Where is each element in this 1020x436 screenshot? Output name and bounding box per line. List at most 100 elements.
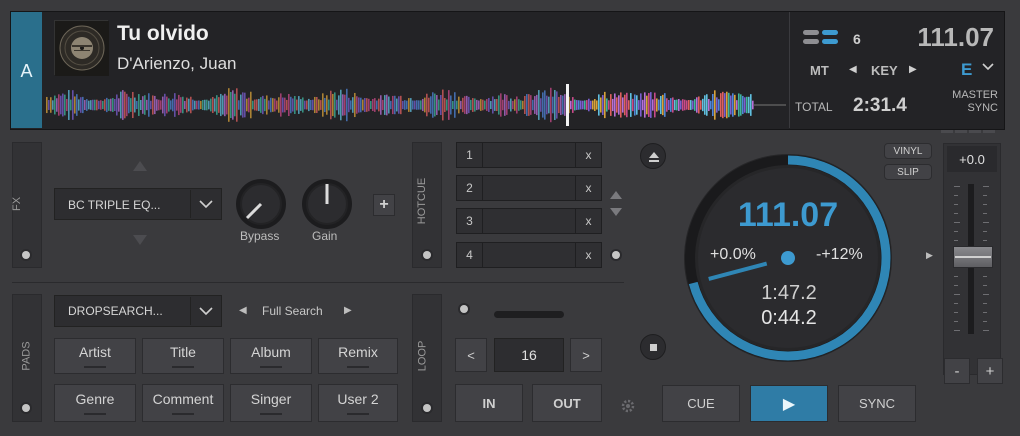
master-sync-label[interactable]: MASTER SYNC (934, 89, 998, 115)
chevron-down-icon[interactable] (199, 306, 213, 316)
pad-button[interactable]: Album (230, 338, 312, 374)
search-mode-prev-icon[interactable]: ◀ (239, 305, 247, 316)
vinyl-button[interactable]: VINYL (884, 143, 932, 159)
play-button[interactable]: ▶ (750, 385, 828, 422)
total-time: 2:31.4 (853, 95, 907, 116)
pitch-plus-button[interactable]: + (977, 358, 1003, 384)
pads-led[interactable] (22, 404, 30, 412)
pitch-percent: +0.0% (710, 246, 756, 263)
fx-select-value: BC TRIPLE EQ... (68, 198, 161, 212)
panel-expand-icon[interactable]: ▶ (926, 250, 933, 261)
hotcue-clear-button[interactable]: x (575, 243, 601, 267)
loop-progress-bar (494, 311, 564, 318)
loop-roll-led[interactable] (460, 305, 468, 313)
pitch-range[interactable]: -+12% (816, 246, 863, 264)
sync-button[interactable]: SYNC (838, 385, 916, 422)
slip-button[interactable]: SLIP (884, 164, 932, 180)
fx-select-divider (190, 190, 191, 218)
search-mode-label: Full Search (262, 304, 323, 318)
deck-panel: A Tu olvido D'Arienzo, Juan 6 111.07 MT … (0, 0, 1020, 436)
pad-button[interactable]: Artist (54, 338, 136, 374)
fx-prev-arrow-icon[interactable] (132, 160, 148, 172)
bypass-label: Bypass (240, 229, 280, 243)
layer-count: 6 (853, 31, 861, 47)
track-artist: D'Arienzo, Juan (117, 54, 237, 73)
cue-button[interactable]: CUE (662, 385, 740, 422)
hotcue-clear-button[interactable]: x (575, 143, 601, 167)
hotcue-row[interactable]: 3 x (456, 208, 602, 234)
gain-knob[interactable] (300, 177, 354, 231)
pad-button[interactable]: Genre (54, 384, 136, 422)
eject-button[interactable] (640, 143, 666, 169)
fx-led[interactable] (22, 251, 30, 259)
loop-size[interactable]: 16 (494, 338, 564, 372)
waveform-overview[interactable] (46, 84, 786, 126)
master-tempo-button[interactable]: MT (810, 63, 829, 78)
key-label: KEY (871, 63, 898, 78)
fx-next-arrow-icon[interactable] (132, 234, 148, 246)
pad-label: Genre (75, 391, 115, 407)
pad-button[interactable]: Singer (230, 384, 312, 422)
pads-select-divider (190, 297, 191, 325)
hotcue-row[interactable]: 4 x (456, 242, 602, 268)
pad-label: Artist (79, 344, 111, 360)
hotcue-number[interactable]: 1 (457, 143, 483, 167)
hotcue-side-led[interactable] (612, 251, 620, 259)
hotcue-clear-button[interactable]: x (575, 209, 601, 233)
track-title: Tu olvido (117, 22, 209, 45)
pitch-minus-button[interactable]: - (944, 358, 970, 384)
loop-in-button[interactable]: IN (455, 384, 523, 422)
pad-button[interactable]: Comment (142, 384, 224, 422)
fx-tab-label: FX (11, 196, 24, 212)
master-leds (941, 120, 997, 133)
gain-label: Gain (312, 229, 338, 243)
pad-button[interactable]: User 2 (318, 384, 398, 422)
key-down-icon[interactable]: ◀ (849, 64, 857, 75)
search-mode-next-icon[interactable]: ▶ (344, 305, 352, 316)
key-value: E (961, 60, 973, 79)
pad-button[interactable]: Title (142, 338, 224, 374)
loop-halve-button[interactable]: < (455, 338, 487, 372)
pad-label: Album (251, 344, 291, 360)
chevron-down-icon[interactable] (982, 62, 994, 72)
hotcue-page-down-icon[interactable] (609, 207, 623, 217)
hotcue-clear-button[interactable]: x (575, 176, 601, 200)
hotcue-page-up-icon[interactable] (609, 190, 623, 200)
stop-icon (650, 344, 657, 351)
pitch-handle-line (955, 256, 991, 258)
hotcue-row[interactable]: 2 x (456, 175, 602, 201)
bypass-knob[interactable] (234, 177, 288, 231)
add-fx-button[interactable]: + (373, 194, 395, 216)
deck-letter[interactable]: A (11, 12, 42, 128)
elapsed-time: 1:47.2 (761, 282, 817, 304)
master-label-text: MASTER (952, 89, 998, 101)
loop-tab-label: LOOP (416, 340, 429, 372)
layers-icon[interactable] (803, 29, 839, 45)
gear-icon[interactable] (620, 398, 636, 414)
pitch-readout[interactable]: +0.0 (947, 146, 997, 172)
header-divider (789, 12, 790, 128)
remaining-time: 0:44.2 (761, 307, 817, 329)
hotcue-number[interactable]: 2 (457, 176, 483, 200)
pad-label: User 2 (337, 391, 379, 407)
pads-tab-label: PADS (20, 341, 33, 371)
eject-icon (649, 152, 659, 162)
chevron-down-icon[interactable] (199, 199, 213, 209)
pad-label: Comment (152, 391, 214, 407)
key-up-icon[interactable]: ▶ (909, 64, 917, 75)
pad-label: Singer (250, 391, 292, 407)
total-label: TOTAL (795, 100, 833, 114)
stop-button[interactable] (640, 334, 666, 360)
hotcue-number[interactable]: 3 (457, 209, 483, 233)
platter-bpm: 111.07 (737, 196, 839, 234)
loop-double-button[interactable]: > (570, 338, 602, 372)
hotcue-led[interactable] (423, 251, 431, 259)
pad-button[interactable]: Remix (318, 338, 398, 374)
loop-led[interactable] (423, 404, 431, 412)
panel-divider (12, 282, 624, 283)
pad-label: Remix (338, 344, 378, 360)
pad-label: Title (170, 344, 196, 360)
hotcue-row[interactable]: 1 x (456, 142, 602, 168)
loop-out-button[interactable]: OUT (532, 384, 602, 422)
hotcue-number[interactable]: 4 (457, 243, 483, 267)
